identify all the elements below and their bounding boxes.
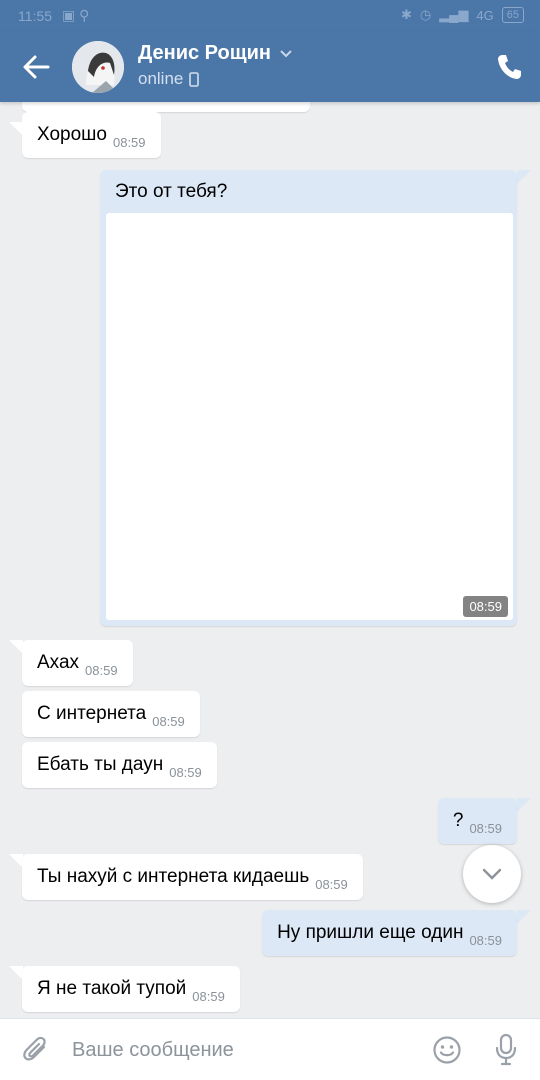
message-text: ? <box>452 810 464 831</box>
message-time: 08:59 <box>469 821 502 836</box>
message-input[interactable] <box>72 1035 402 1065</box>
scroll-to-bottom-button[interactable] <box>463 845 521 903</box>
message-time: 08:59 <box>152 714 185 729</box>
battery-icon: 65 <box>501 7 524 23</box>
bubble-tail <box>517 170 531 184</box>
message-bubble-incoming[interactable]: Ты нахуй с интернета кидаешь 08:59 <box>22 854 363 900</box>
message-bubble-outgoing-image[interactable]: Это от тебя? 08:59 <box>100 170 517 626</box>
mobile-phone-icon <box>189 71 200 87</box>
bubble-tail <box>9 640 23 654</box>
contact-name-text: Денис Рощин <box>138 42 271 64</box>
message-bubble-incoming[interactable]: Хорошо 08:59 <box>22 112 161 158</box>
microphone-icon[interactable] <box>494 1033 518 1067</box>
message-composer <box>0 1018 540 1080</box>
message-time: 08:59 <box>85 663 118 678</box>
message-bubble-incoming[interactable]: Я не такой тупой 08:59 <box>22 966 240 1012</box>
message-text: Ты нахуй с интернета кидаешь <box>37 866 310 887</box>
bubble-tail <box>9 966 23 980</box>
chevron-down-icon <box>482 868 502 880</box>
alarm-icon: ◷ <box>419 7 432 22</box>
message-time: 08:59 <box>469 933 502 948</box>
back-arrow-icon[interactable] <box>20 52 52 82</box>
contact-name[interactable]: Денис Рощин <box>138 42 293 65</box>
notification-icons: ▣ ⚲ <box>62 7 90 23</box>
signal-icon: ▂▄▆ <box>439 7 469 22</box>
status-time: 11:55 <box>18 8 52 24</box>
network-type: 4G <box>476 7 494 23</box>
message-bubble-incoming[interactable]: Ебать ты даун 08:59 <box>22 742 217 788</box>
bubble-tail <box>517 798 531 812</box>
message-text: Я не такой тупой <box>37 978 187 999</box>
emoji-smile-icon[interactable] <box>432 1035 462 1065</box>
paperclip-icon[interactable] <box>22 1035 50 1065</box>
chevron-down-icon <box>280 49 292 57</box>
bluetooth-icon: ✱ <box>400 7 412 22</box>
message-time: 08:59 <box>463 596 508 617</box>
bubble-tail <box>9 854 23 868</box>
phone-call-icon[interactable] <box>496 53 522 81</box>
message-bubble-outgoing[interactable]: ? 08:59 <box>437 798 517 844</box>
message-time: 08:59 <box>112 135 146 150</box>
message-bubble-outgoing[interactable]: Ну пришли еще один 08:59 <box>262 910 517 956</box>
avatar[interactable] <box>72 41 124 93</box>
message-text: Это от тебя? <box>115 181 228 202</box>
message-text: С интернета <box>37 703 147 724</box>
contact-status-text: online <box>138 69 184 88</box>
message-bubble-partial <box>22 102 310 112</box>
chat-header: Денис Рощин online <box>0 32 540 102</box>
message-time: 08:59 <box>169 765 202 780</box>
message-text: Ну пришли еще один <box>277 922 464 943</box>
message-text: Хорошо <box>37 124 107 145</box>
message-time: 08:59 <box>315 877 348 892</box>
contact-status: online <box>138 69 200 89</box>
status-icons: ✱ ◷ ▂▄▆ 4G 65 <box>401 7 524 23</box>
message-bubble-incoming[interactable]: Ахах 08:59 <box>22 640 133 686</box>
message-time: 08:59 <box>192 989 225 1004</box>
attached-image[interactable] <box>106 213 513 620</box>
bubble-tail <box>517 910 531 924</box>
message-list[interactable]: Хорошо 08:59 Это от тебя? 08:59 Ахах 08:59… <box>0 102 540 1018</box>
status-bar: 11:55 ▣ ⚲ ✱ ◷ ▂▄▆ 4G 65 <box>0 0 540 32</box>
bubble-tail <box>9 122 23 136</box>
message-bubble-incoming[interactable]: С интернета 08:59 <box>22 691 200 737</box>
message-text: Ебать ты даун <box>37 754 164 775</box>
message-text: Ахах <box>37 652 80 673</box>
